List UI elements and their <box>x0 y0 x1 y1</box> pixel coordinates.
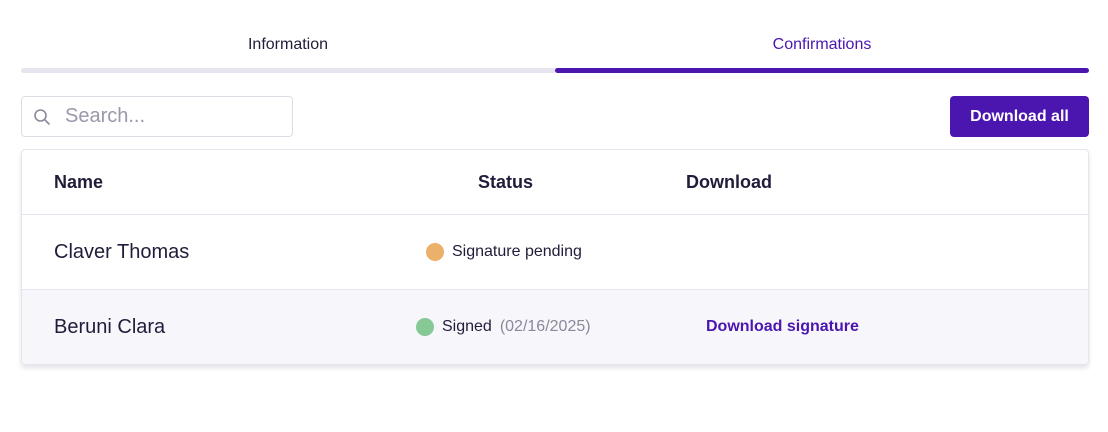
download-signature-link[interactable]: Download signature <box>706 318 859 336</box>
status-cell: Signature pending <box>426 215 582 289</box>
status-label: Signature pending <box>452 243 582 260</box>
search-icon <box>33 107 53 127</box>
tab-confirmations-label: Confirmations <box>772 36 872 53</box>
row-name: Beruni Clara <box>54 315 166 338</box>
confirmations-panel: Information Confirmations Download all N… <box>21 0 1089 365</box>
table-row[interactable]: Claver Thomas Signature pending <box>22 214 1088 289</box>
search-input[interactable] <box>65 105 265 128</box>
toolbar: Download all <box>21 73 1089 149</box>
download-cell: Download signature <box>706 290 859 364</box>
tab-confirmations[interactable]: Confirmations <box>555 0 1089 73</box>
status-dot-pending <box>426 243 444 261</box>
status-cell: Signed (02/16/2025) <box>416 290 591 364</box>
search-box[interactable] <box>21 96 293 137</box>
download-all-button[interactable]: Download all <box>950 96 1089 137</box>
confirmations-table: Name Status Download Claver Thomas Signa… <box>21 149 1089 365</box>
column-header-status[interactable]: Status <box>478 150 533 214</box>
row-name: Claver Thomas <box>54 240 190 263</box>
signed-date: (02/16/2025) <box>499 318 591 335</box>
table-row[interactable]: Beruni Clara Signed (02/16/2025) Downloa… <box>22 289 1088 364</box>
table-header: Name Status Download <box>22 150 1088 214</box>
tab-bar: Information Confirmations <box>21 0 1089 73</box>
column-header-download[interactable]: Download <box>686 150 772 214</box>
tab-information-label: Information <box>247 36 329 53</box>
status-label: Signed <box>442 318 492 335</box>
tab-information[interactable]: Information <box>21 0 555 73</box>
column-header-name[interactable]: Name <box>54 150 103 214</box>
status-dot-signed <box>416 318 434 336</box>
